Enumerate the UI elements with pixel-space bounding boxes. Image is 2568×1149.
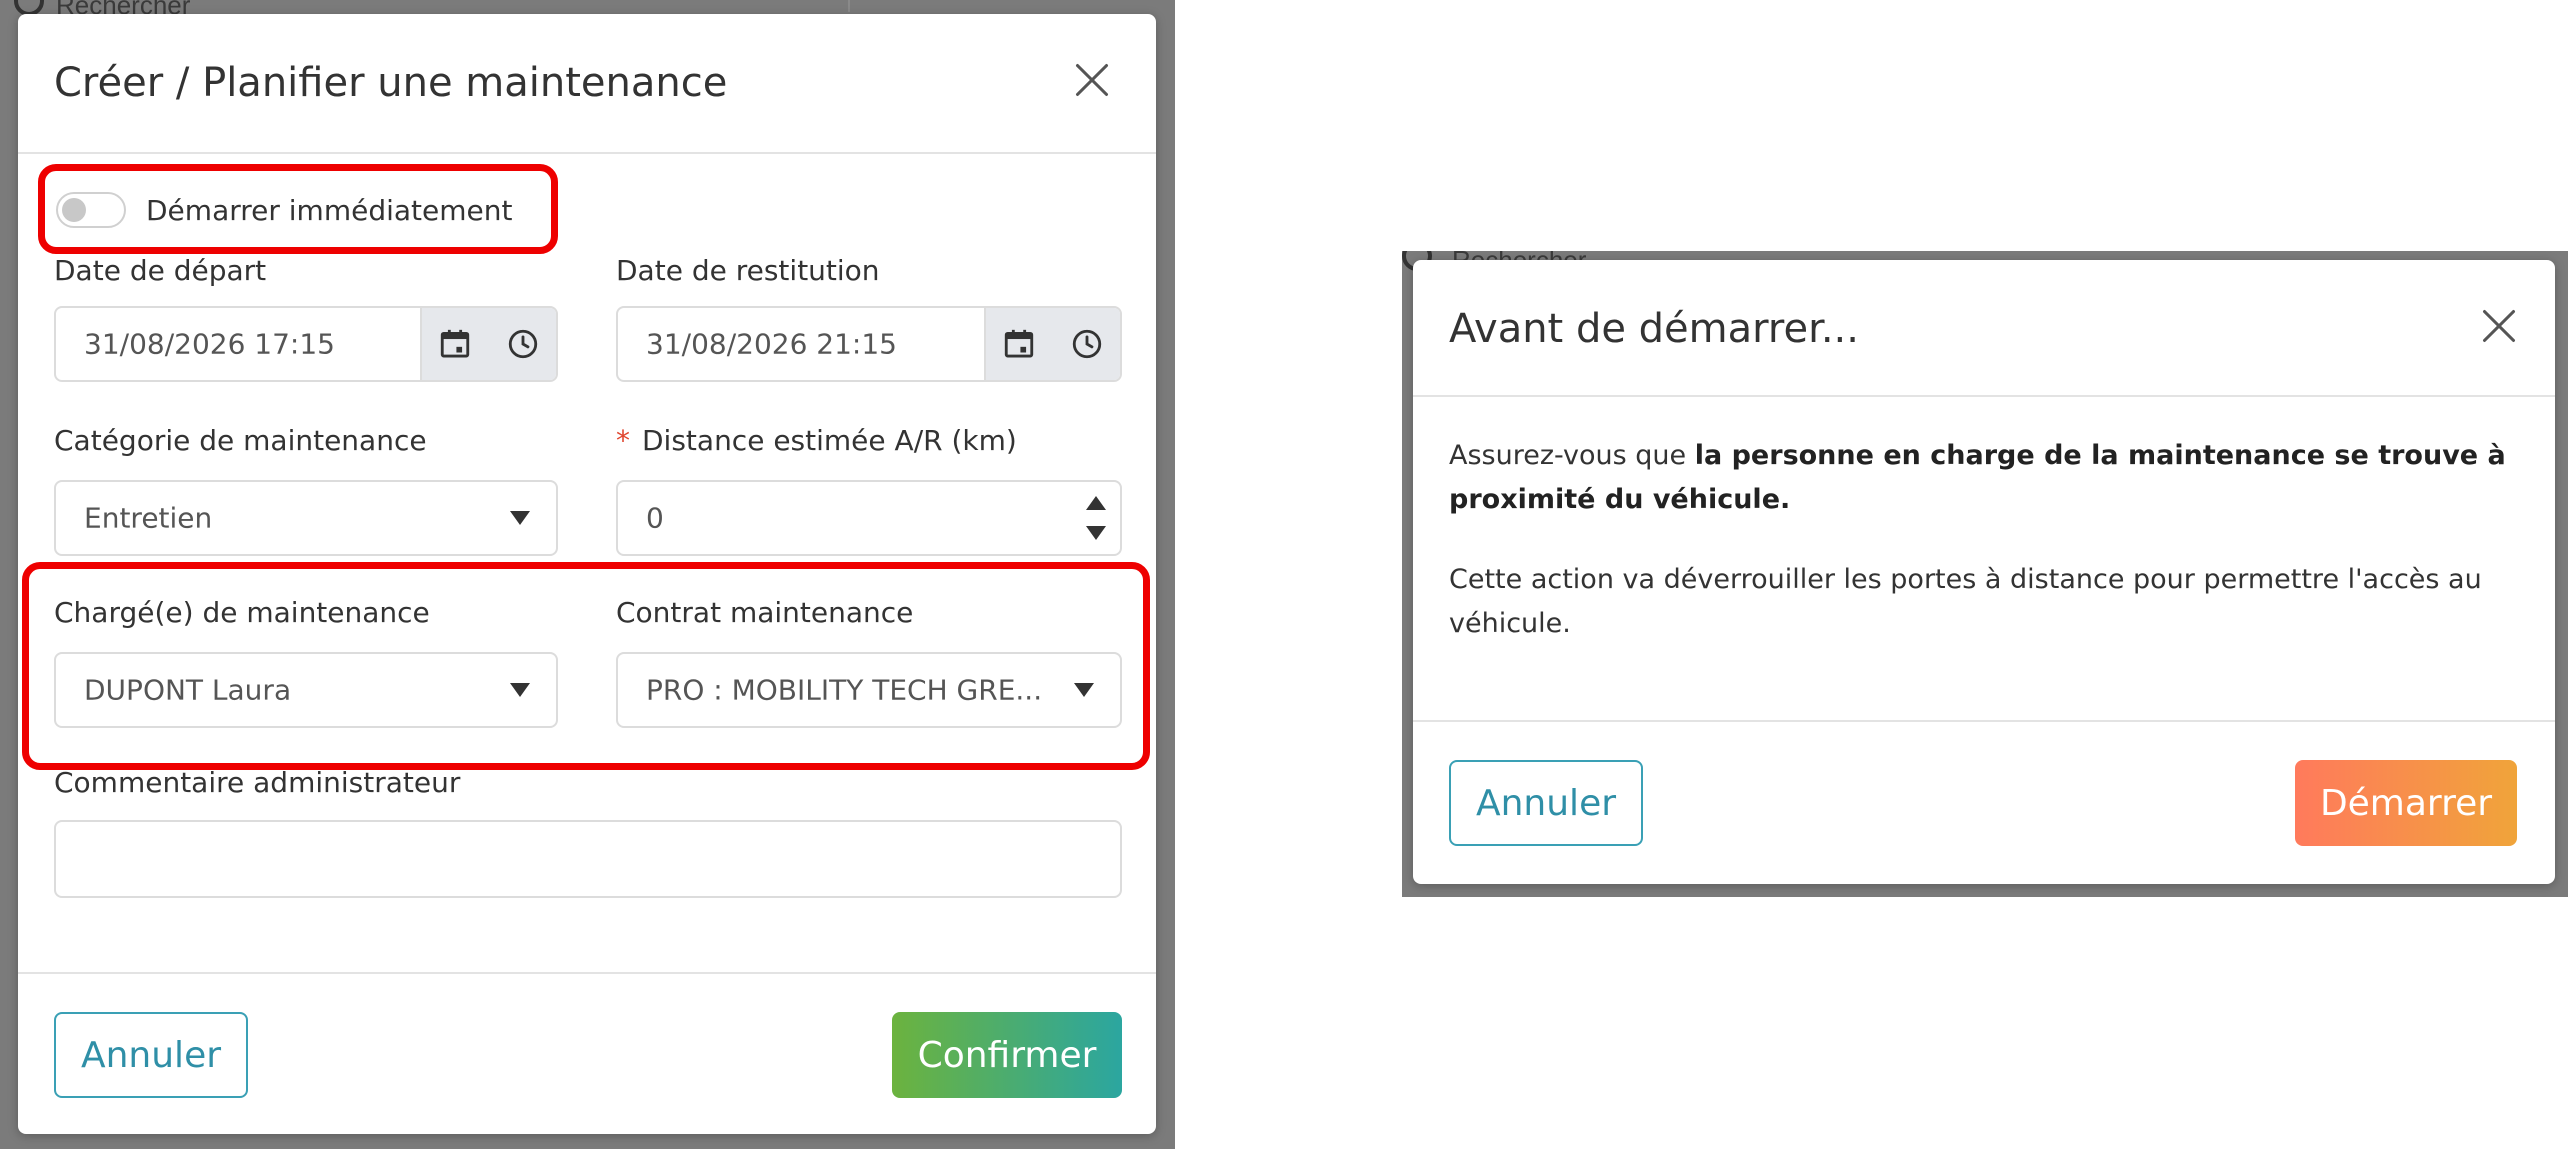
manager-select[interactable]: DUPONT Laura (54, 652, 558, 728)
create-maintenance-modal: Créer / Planifier une maintenance Démarr… (18, 14, 1156, 1134)
category-select[interactable]: Entretien (54, 480, 558, 556)
comment-input[interactable] (54, 820, 1122, 898)
header-divider (1413, 395, 2555, 397)
required-star: * (616, 424, 630, 457)
comment-label: Commentaire administrateur (54, 766, 461, 799)
start-button[interactable]: Démarrer (2295, 760, 2517, 846)
departure-date-value: 31/08/2026 17:15 (84, 327, 335, 361)
chevron-down-icon (510, 511, 530, 525)
date-picker-addon (984, 308, 1120, 380)
quantity-stepper[interactable] (1084, 490, 1108, 546)
distance-value: 0 (646, 501, 664, 535)
calendar-icon[interactable] (438, 327, 472, 361)
distance-input[interactable]: 0 (616, 480, 1122, 556)
modal-title: Créer / Planifier une maintenance (54, 60, 728, 106)
start-confirm-modal: Avant de démarrer... Assurez-vous que la… (1413, 260, 2555, 884)
return-date-value: 31/08/2026 21:15 (646, 327, 897, 361)
close-icon[interactable] (2479, 306, 2519, 346)
category-label: Catégorie de maintenance (54, 424, 427, 457)
proximity-notice-prefix: Assurez-vous que (1449, 440, 1695, 471)
modal-title: Avant de démarrer... (1449, 306, 1859, 352)
stepper-down-icon[interactable] (1086, 526, 1106, 540)
manager-value: DUPONT Laura (84, 673, 292, 707)
unlock-notice: Cette action va déverrouiller les portes… (1449, 564, 2482, 639)
footer-divider (18, 972, 1156, 974)
start-now-toggle[interactable] (56, 192, 126, 228)
return-date-input[interactable]: 31/08/2026 21:15 (616, 306, 1122, 382)
proximity-notice: Assurez-vous que la personne en charge d… (1449, 434, 2519, 522)
date-picker-addon (420, 308, 556, 380)
stepper-up-icon[interactable] (1086, 496, 1106, 510)
cancel-button[interactable]: Annuler (54, 1012, 248, 1098)
start-now-label: Démarrer immédiatement (146, 194, 513, 227)
chevron-down-icon (1074, 683, 1094, 697)
cancel-button[interactable]: Annuler (1449, 760, 1643, 846)
distance-label: * Distance estimée A/R (km) (616, 424, 1017, 457)
category-value: Entretien (84, 501, 213, 535)
chevron-down-icon (510, 683, 530, 697)
return-label: Date de restitution (616, 254, 880, 287)
contract-label: Contrat maintenance (616, 596, 914, 629)
confirm-button[interactable]: Confirmer (892, 1012, 1122, 1098)
toggle-knob (62, 198, 86, 222)
header-divider (18, 152, 1156, 154)
clock-icon[interactable] (1070, 327, 1104, 361)
departure-date-input[interactable]: 31/08/2026 17:15 (54, 306, 558, 382)
contract-select[interactable]: PRO : MOBILITY TECH GRE... (616, 652, 1122, 728)
distance-label-text: Distance estimée A/R (km) (642, 424, 1017, 457)
calendar-icon[interactable] (1002, 327, 1036, 361)
footer-divider (1413, 720, 2555, 722)
close-icon[interactable] (1072, 60, 1112, 100)
departure-label: Date de départ (54, 254, 267, 287)
clock-icon[interactable] (506, 327, 540, 361)
manager-label: Chargé(e) de maintenance (54, 596, 430, 629)
contract-value: PRO : MOBILITY TECH GRE... (646, 673, 1043, 707)
